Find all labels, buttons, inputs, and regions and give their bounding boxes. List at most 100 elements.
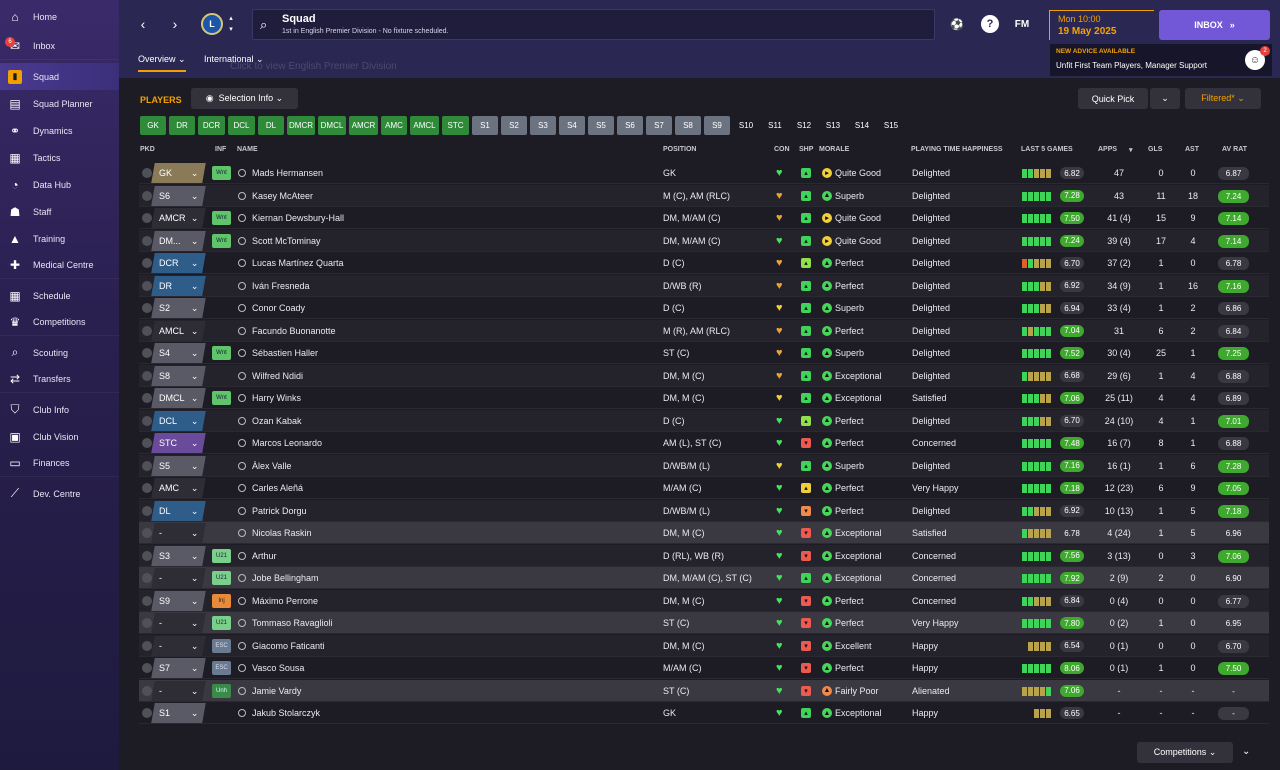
position-select[interactable]: DCL ⌄ xyxy=(151,410,206,431)
position-select[interactable]: S6 ⌄ xyxy=(151,185,206,206)
position-select[interactable]: - ⌄ xyxy=(151,613,206,633)
player-name[interactable]: Carles Aleñá xyxy=(252,477,303,499)
search-header-box[interactable]: ⌕ Squad 1st in English Premier Division … xyxy=(252,9,935,40)
player-name[interactable]: Ozan Kabak xyxy=(252,410,302,432)
pick-dot-icon[interactable] xyxy=(142,573,152,583)
position-chip-s2[interactable]: S2 xyxy=(501,116,527,135)
table-row[interactable]: - ⌄ U21 Jobe Bellingham DM, M/AM (C), ST (C)… xyxy=(139,567,1269,589)
player-name[interactable]: Harry Winks xyxy=(252,387,301,409)
sidebar-item-data-hub[interactable]: ◔ Data Hub xyxy=(0,171,119,198)
position-chip-s8[interactable]: S8 xyxy=(675,116,701,135)
sidebar-item-schedule[interactable]: ▦ Schedule xyxy=(0,282,119,309)
position-select[interactable]: S4 ⌄ xyxy=(151,343,206,363)
player-name[interactable]: Conor Coady xyxy=(252,297,305,319)
advice-panel[interactable]: NEW ADVICE AVAILABLE Unfit First Team Pl… xyxy=(1050,44,1272,76)
player-name[interactable]: Nicolas Raskin xyxy=(252,522,312,544)
sidebar-item-staff[interactable]: ☗ Staff xyxy=(0,198,119,225)
table-row[interactable]: S8 ⌄ Wilfred Ndidi DM, M (C) ♥ ▴ ▲ Exceptional D… xyxy=(139,364,1269,387)
col-header-gls[interactable]: GLS xyxy=(1148,146,1162,153)
table-row[interactable]: - ⌄ U21 Tommaso Ravaglioli ST (C) ♥ ▾ ▲ Perfect V… xyxy=(139,612,1269,634)
table-row[interactable]: DCR ⌄ Lucas Martínez Quarta D (C) ♥ ▴ ▲ Perfect… xyxy=(139,252,1269,274)
table-row[interactable]: S4 ⌄ Wnt Sébastien Haller ST (C) ♥ ▴ ▲ Superb Del… xyxy=(139,342,1269,364)
pick-dot-icon[interactable] xyxy=(142,505,152,516)
table-row[interactable]: S2 ⌄ Conor Coady D (C) ♥ ▴ ▲ Superb Delighted 6.9… xyxy=(139,297,1269,319)
pick-dot-icon[interactable] xyxy=(142,528,152,538)
sidebar-item-scouting[interactable]: ⌕ Scouting xyxy=(0,339,119,366)
position-select[interactable]: S3 ⌄ xyxy=(151,545,206,566)
sidebar-item-dev-centre[interactable]: ⟋ Dev. Centre xyxy=(0,480,119,507)
pick-dot-icon[interactable] xyxy=(142,303,152,313)
player-name[interactable]: Jakub Stolarczyk xyxy=(252,702,320,724)
pick-dot-icon[interactable] xyxy=(142,685,152,696)
table-row[interactable]: S5 ⌄ Àlex Valle D/WB/M (L) ♥ ▴ ▲ Superb Delighte… xyxy=(139,454,1269,477)
pick-dot-icon[interactable] xyxy=(142,280,152,291)
pick-dot-icon[interactable] xyxy=(142,235,152,246)
football-icon[interactable]: ⚽ xyxy=(948,15,966,33)
pick-dot-icon[interactable] xyxy=(142,550,152,561)
pick-dot-icon[interactable] xyxy=(142,595,152,606)
pick-dot-icon[interactable] xyxy=(142,258,152,268)
pick-dot-icon[interactable] xyxy=(142,190,152,201)
player-name[interactable]: Scott McTominay xyxy=(252,230,321,252)
table-row[interactable]: - ⌄ ESC Giacomo Faticanti DM, M (C) ♥ ▾ ▲ Excell… xyxy=(139,634,1269,657)
position-select[interactable]: STC ⌄ xyxy=(151,433,206,453)
table-row[interactable]: DCL ⌄ Ozan Kabak D (C) ♥ ▴ ▲ Perfect Delighted 6.… xyxy=(139,409,1269,432)
pick-dot-icon[interactable] xyxy=(142,348,152,358)
col-header-apps[interactable]: APPS xyxy=(1098,146,1117,153)
table-row[interactable]: AMCR ⌄ Wnt Kiernan Dewsbury-Hall DM, M/AM (C… xyxy=(139,207,1269,229)
col-header-morale[interactable]: MORALE xyxy=(819,146,849,153)
position-select[interactable]: AMCL ⌄ xyxy=(151,320,206,341)
pick-dot-icon[interactable] xyxy=(142,438,152,448)
position-chip-amc[interactable]: AMC xyxy=(381,116,407,135)
pick-dot-icon[interactable] xyxy=(142,663,152,673)
position-select[interactable]: DR ⌄ xyxy=(151,275,206,296)
sidebar-item-squad[interactable]: ▮ Squad xyxy=(0,63,119,90)
player-name[interactable]: Mads Hermansen xyxy=(252,162,323,184)
pick-dot-icon[interactable] xyxy=(142,325,152,336)
sidebar-item-home[interactable]: ⌂ Home xyxy=(0,3,119,30)
sidebar-item-competitions[interactable]: ♛ Competitions xyxy=(0,309,119,336)
col-header-name[interactable]: NAME xyxy=(237,146,258,153)
inbox-continue-button[interactable]: INBOX » xyxy=(1159,10,1270,40)
position-select[interactable]: S2 ⌄ xyxy=(151,298,206,318)
position-chip-amcl[interactable]: AMCL xyxy=(410,116,439,135)
forward-arrow-icon[interactable]: › xyxy=(164,12,186,36)
club-crest-icon[interactable]: L xyxy=(201,13,223,35)
pick-dot-icon[interactable] xyxy=(142,460,152,471)
position-chip-s13[interactable]: S13 xyxy=(820,116,846,135)
sidebar-item-medical-centre[interactable]: ✚ Medical Centre xyxy=(0,252,119,279)
filter-button[interactable]: Filtered* ⌄ xyxy=(1185,88,1261,109)
pick-dot-icon[interactable] xyxy=(142,708,152,718)
col-header-last5[interactable]: LAST 5 GAMES xyxy=(1021,146,1073,153)
sidebar-item-training[interactable]: ▲ Training xyxy=(0,225,119,252)
table-row[interactable]: - ⌄ Nicolas Raskin DM, M (C) ♥ ▾ ▲ Exceptional S… xyxy=(139,522,1269,544)
sidebar-item-club-info[interactable]: ⛉ Club Info xyxy=(0,396,119,423)
table-row[interactable]: S9 ⌄ Inj Máximo Perrone DM, M (C) ♥ ▾ ▲ Perfect C… xyxy=(139,589,1269,612)
col-header-shp[interactable]: SHP xyxy=(799,146,813,153)
table-row[interactable]: - ⌄ Unh Jamie Vardy ST (C) ♥ ▾ ▲ Fairly Poor Alie… xyxy=(139,679,1269,702)
position-chip-s12[interactable]: S12 xyxy=(791,116,817,135)
table-row[interactable]: GK ⌄ Wnt Mads Hermansen GK ♥ ▴ ▸ Quite Good Delig… xyxy=(139,162,1269,184)
back-arrow-icon[interactable]: ‹ xyxy=(132,12,154,36)
player-name[interactable]: Iván Fresneda xyxy=(252,275,310,297)
sidebar-item-tactics[interactable]: ▦ Tactics xyxy=(0,144,119,171)
player-name[interactable]: Facundo Buonanotte xyxy=(252,320,336,342)
player-name[interactable]: Giacomo Faticanti xyxy=(252,635,325,657)
position-select[interactable]: AMC ⌄ xyxy=(151,478,206,498)
position-chip-dr[interactable]: DR xyxy=(169,116,195,135)
col-header-pkd[interactable]: PKD xyxy=(140,146,155,153)
chevron-down-icon[interactable]: ⌄ xyxy=(1242,746,1250,757)
position-select[interactable]: GK ⌄ xyxy=(151,163,206,183)
player-name[interactable]: Arthur xyxy=(252,545,277,567)
position-select[interactable]: - ⌄ xyxy=(151,635,206,656)
pick-dot-icon[interactable] xyxy=(142,640,152,651)
position-select[interactable]: S8 ⌄ xyxy=(151,365,206,386)
page-subtitle[interactable]: 1st in English Premier Division - No fix… xyxy=(282,28,449,35)
table-row[interactable]: AMCL ⌄ Facundo Buonanotte M (R), AM (RLC) ♥ ▴… xyxy=(139,319,1269,342)
selection-info-button[interactable]: ◉ Selection Info ⌄ xyxy=(191,88,298,109)
table-row[interactable]: AMC ⌄ Carles Aleñá M/AM (C) ♥ ▴ ▲ Perfect Very H… xyxy=(139,477,1269,499)
player-name[interactable]: Àlex Valle xyxy=(252,455,291,477)
tab-overview[interactable]: Overview ⌄ xyxy=(138,54,186,72)
position-select[interactable]: - ⌄ xyxy=(151,568,206,588)
position-select[interactable]: AMCR ⌄ xyxy=(151,208,206,228)
